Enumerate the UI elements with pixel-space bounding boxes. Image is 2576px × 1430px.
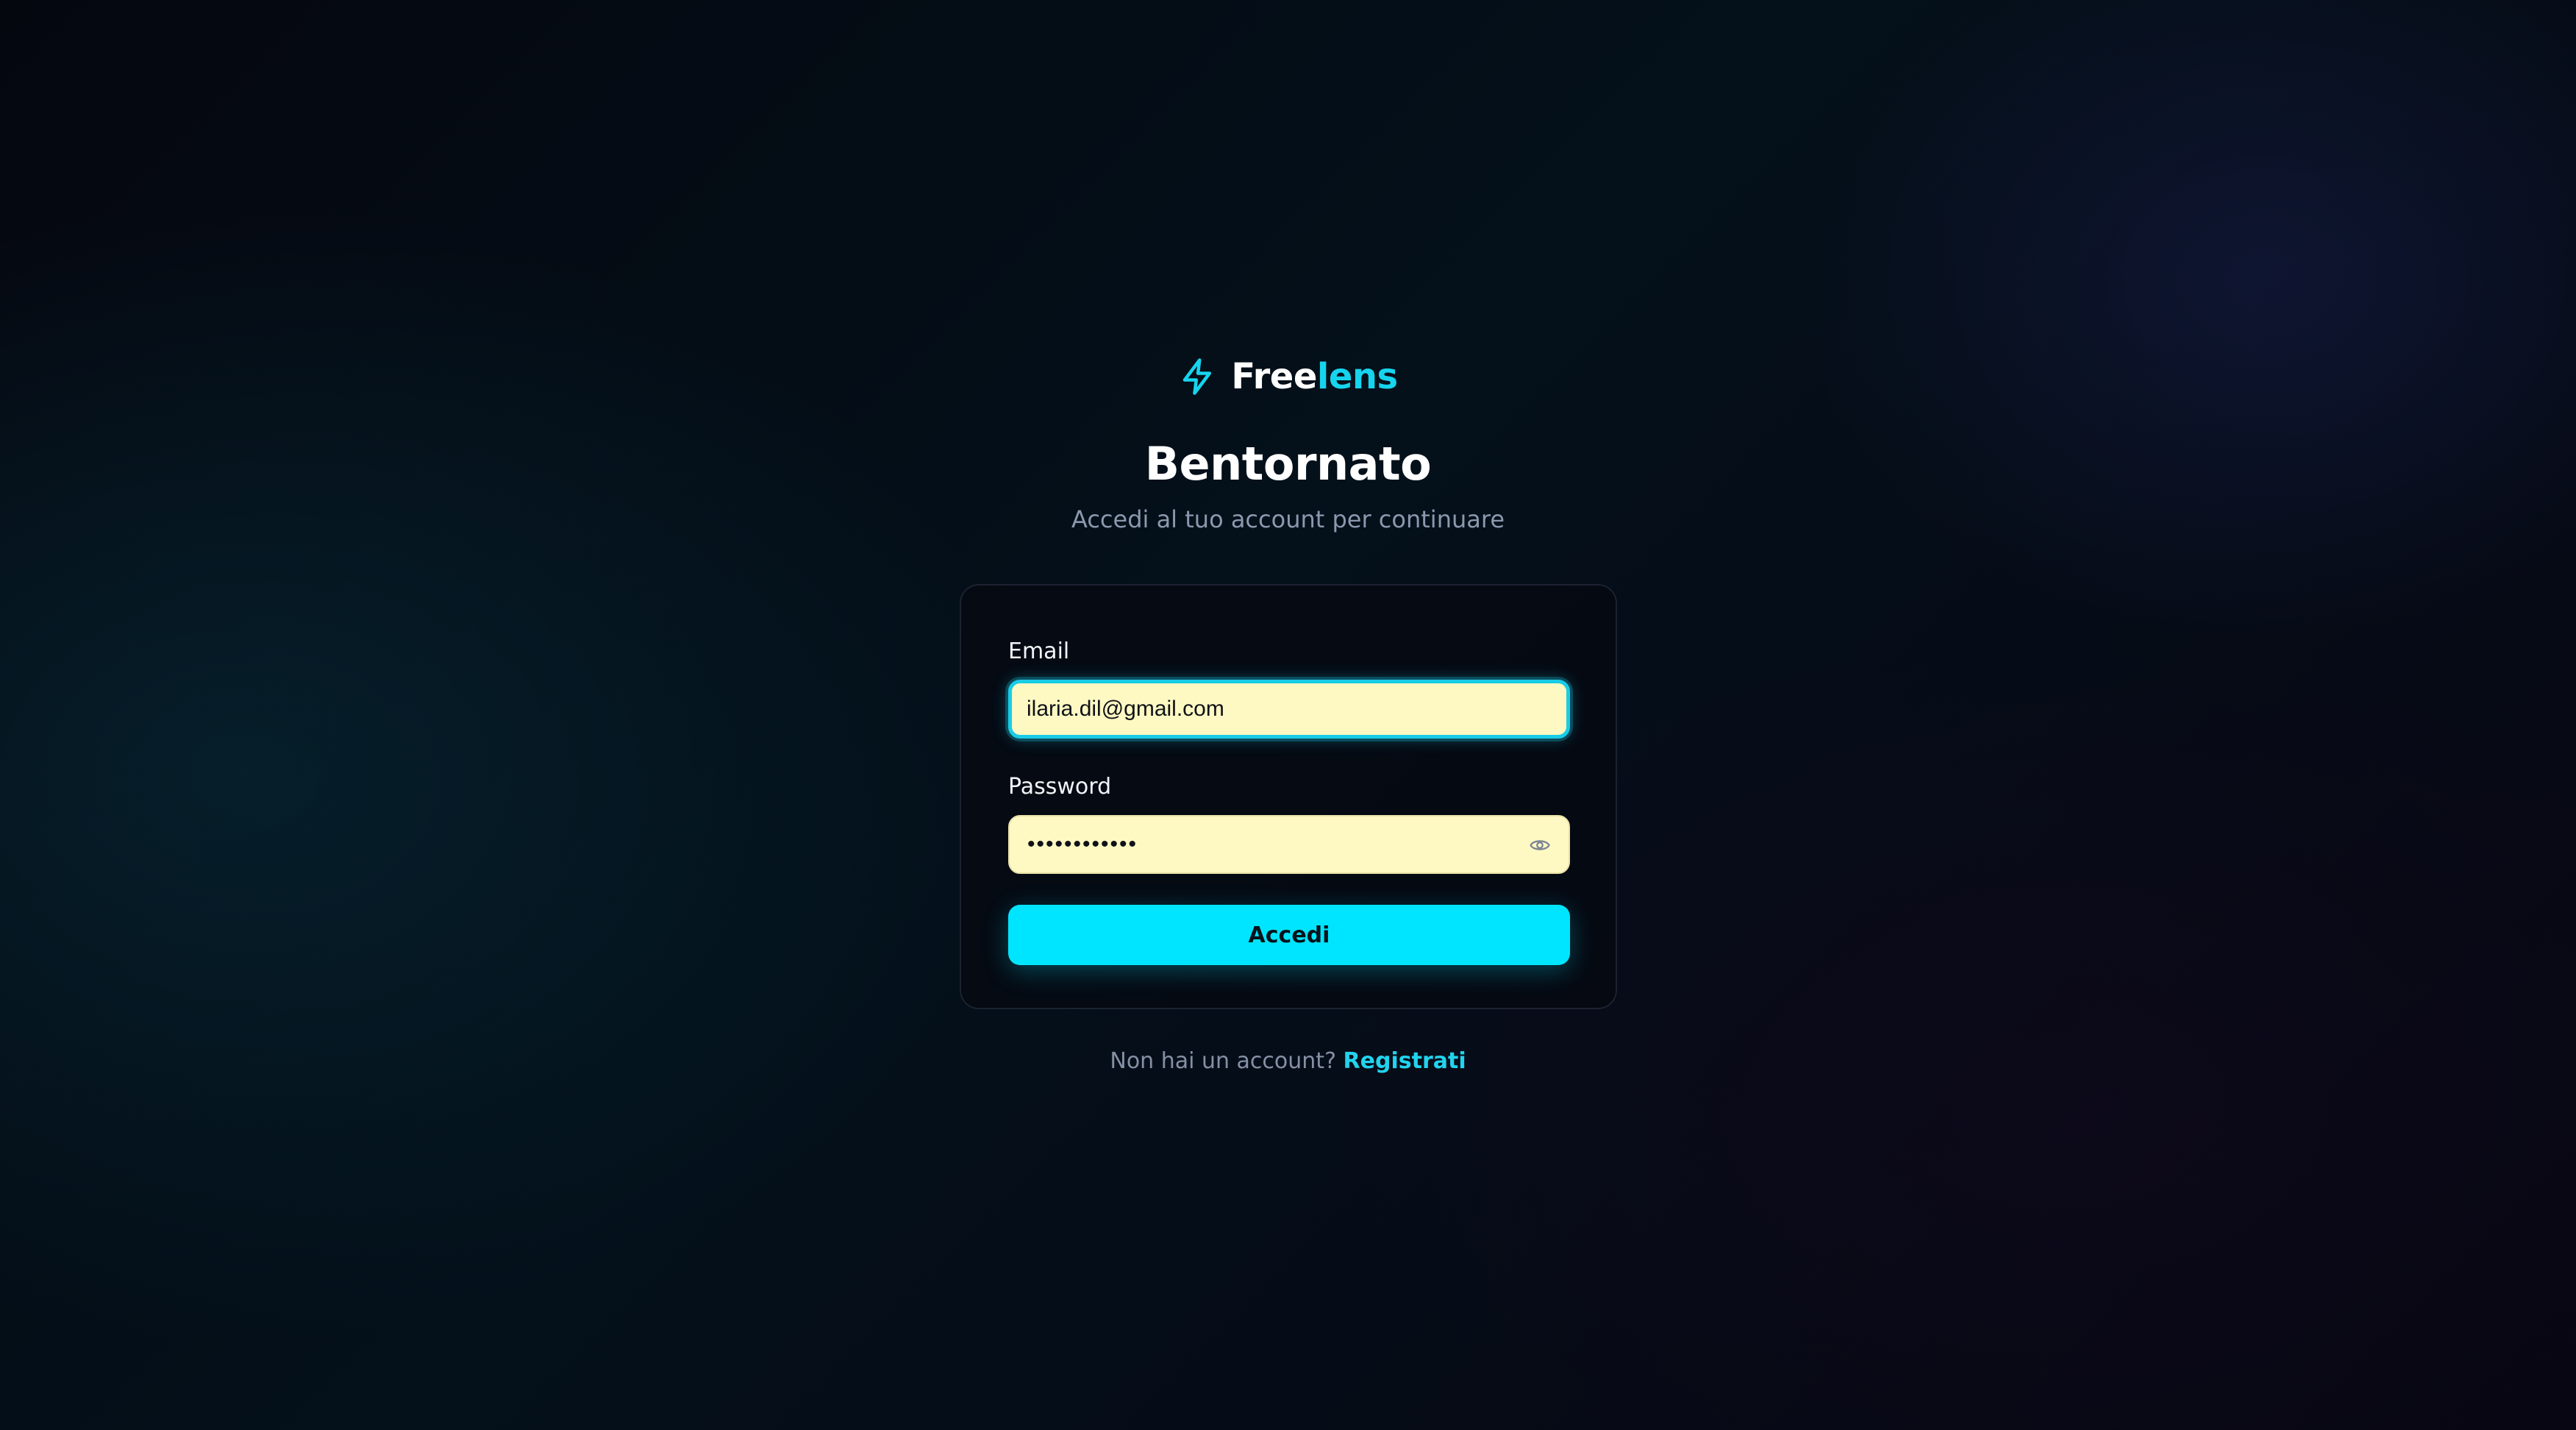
brand-name: Freelens xyxy=(1231,356,1398,397)
login-page: Freelens Bentornato Accedi al tuo accoun… xyxy=(0,0,2576,1430)
email-field-wrapper xyxy=(1008,680,1570,739)
brand-name-lens: lens xyxy=(1316,356,1398,397)
login-card: Email Password Accedi xyxy=(960,584,1617,1009)
brand-name-free: Free xyxy=(1231,356,1317,397)
signup-prompt: Non hai un account? Registrati xyxy=(0,1045,2576,1078)
signup-link[interactable]: Registrati xyxy=(1344,1048,1466,1074)
page-title: Bentornato xyxy=(1144,437,1432,491)
eye-icon[interactable] xyxy=(1527,834,1552,856)
password-input[interactable] xyxy=(1010,817,1569,872)
password-label: Password xyxy=(1008,774,1112,800)
brand-logo[interactable]: Freelens xyxy=(0,355,2576,399)
signup-prompt-text: Non hai un account? xyxy=(1110,1048,1336,1074)
email-input[interactable] xyxy=(1012,683,1566,735)
login-button[interactable]: Accedi xyxy=(1008,905,1570,965)
password-field-wrapper xyxy=(1008,815,1570,874)
lightning-bolt-icon xyxy=(1183,358,1212,395)
email-label: Email xyxy=(1008,638,1070,664)
page-subtitle: Accedi al tuo account per continuare xyxy=(1071,505,1505,533)
